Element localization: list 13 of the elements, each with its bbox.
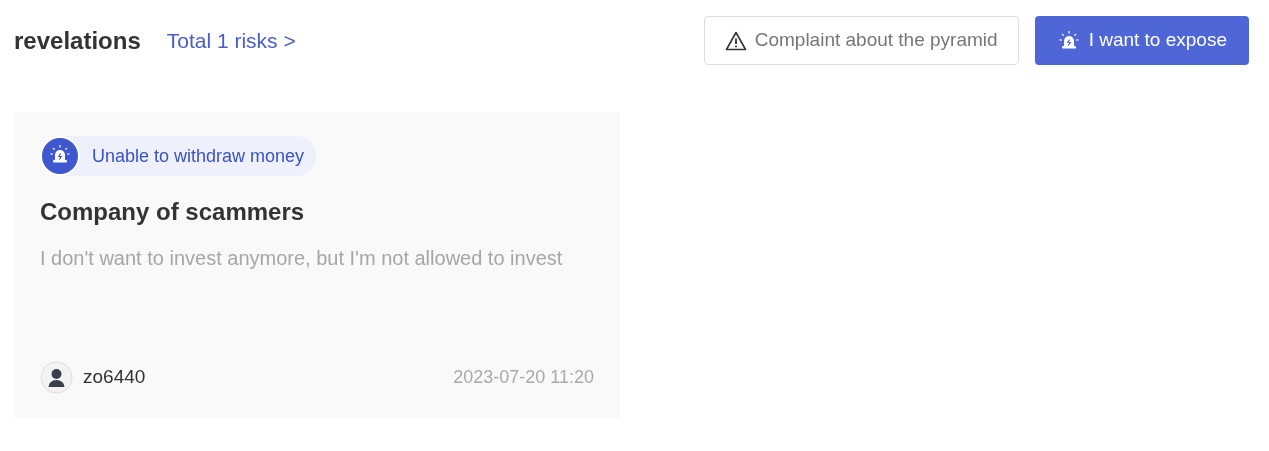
post-time: 2023-07-20 11:20 (453, 366, 594, 389)
complaint-button[interactable]: Complaint about the pyramid (703, 16, 1019, 65)
warning-icon (724, 30, 747, 51)
category-tag: Unable to withdraw money (40, 136, 317, 176)
avatar-icon (40, 361, 73, 394)
total-risks-link[interactable]: Total 1 risks > (166, 24, 296, 57)
username: zo6440 (83, 365, 146, 390)
siren-icon (40, 136, 80, 176)
section-title: revelations (14, 25, 141, 56)
expose-button[interactable]: I want to expose (1034, 16, 1249, 65)
card-title: Company of scammers (40, 197, 306, 227)
card-description: I don't want to invest anymore, but I'm not allowed to invest (40, 246, 564, 271)
risk-card[interactable]: Unable to withdraw money Company of scammers I don't want to invest anymore, but I'm not allowed to invest zo6440 2023-07-20 11:20 (14, 112, 620, 418)
